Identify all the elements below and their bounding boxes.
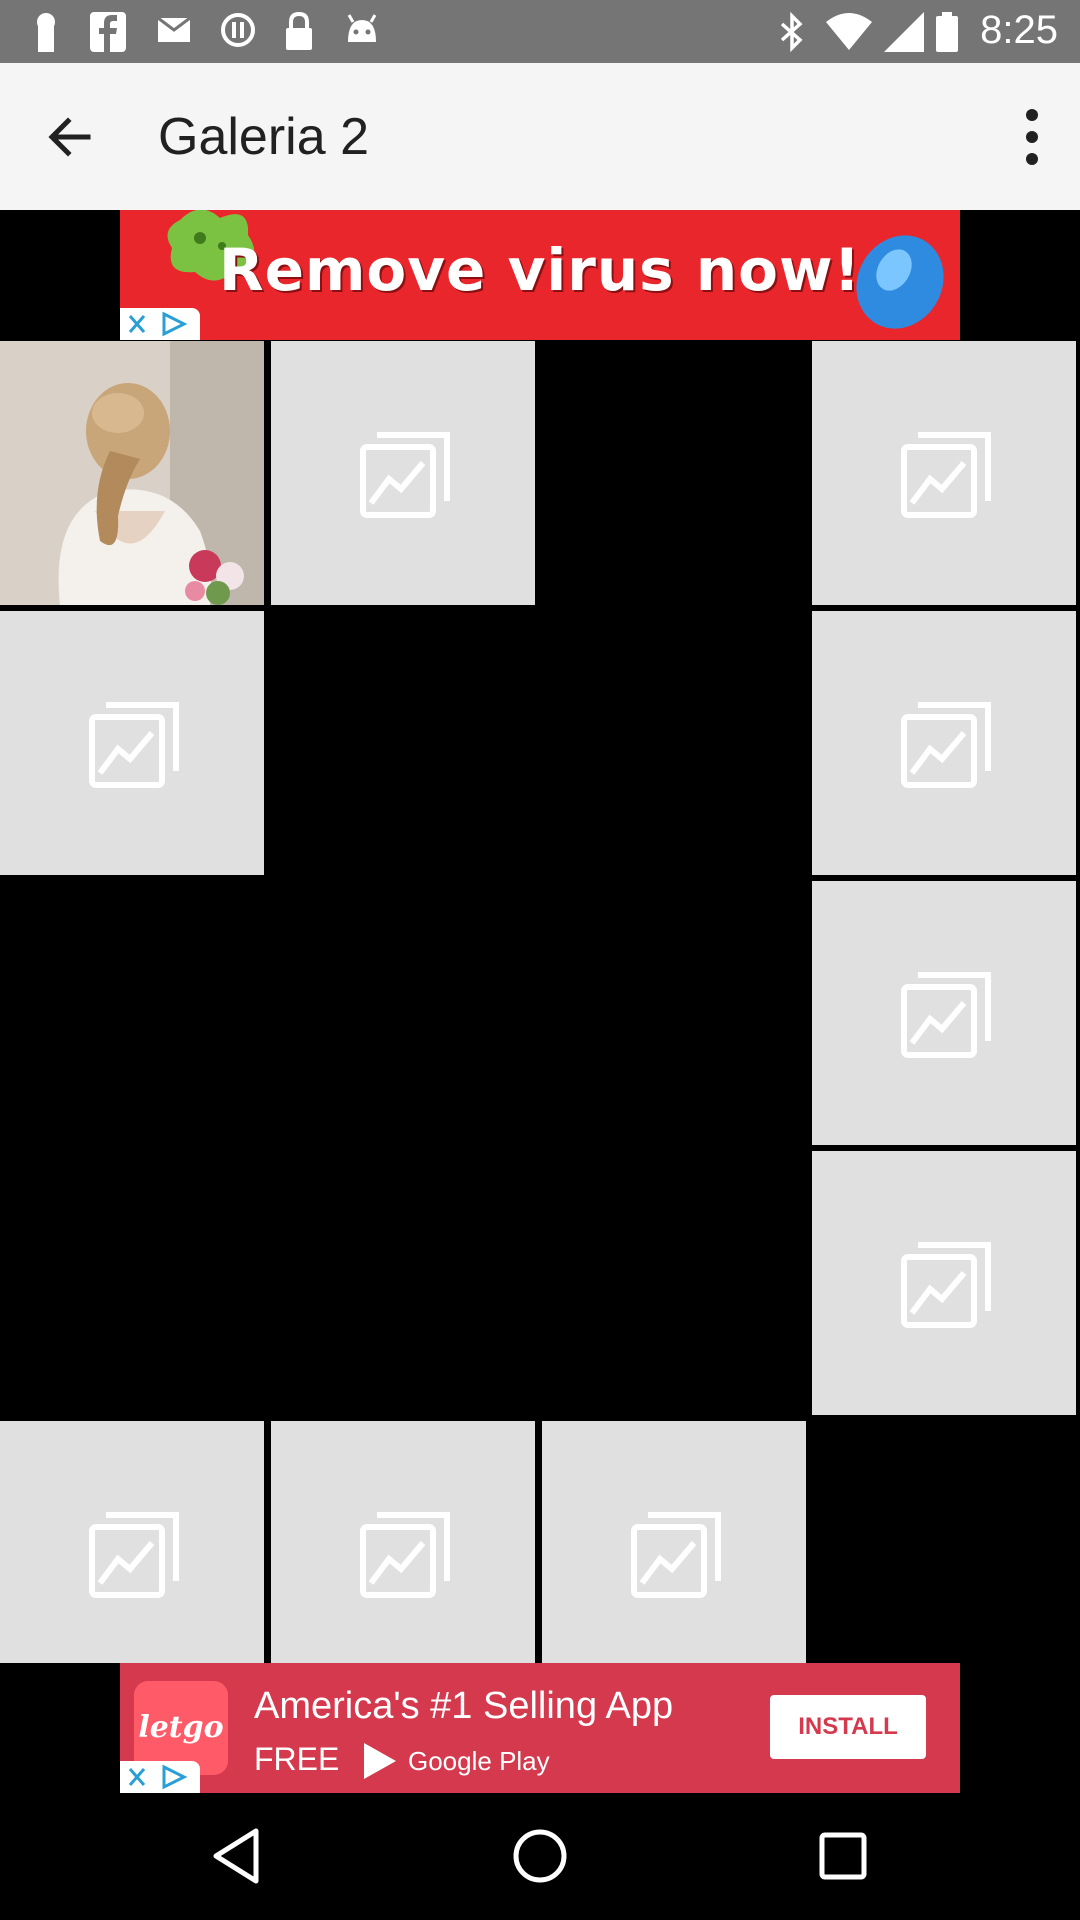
- google-play-label: Google Play: [408, 1745, 550, 1776]
- image-placeholder-icon: [901, 1242, 991, 1328]
- signal-icon: [884, 12, 924, 52]
- status-time: 8:25: [980, 8, 1058, 52]
- pause-icon: [221, 13, 255, 47]
- wifi-icon: [826, 13, 872, 50]
- lock-icon: [286, 12, 312, 50]
- mail-icon: [157, 16, 191, 42]
- back-triangle-icon[interactable]: [202, 1821, 272, 1891]
- ad-free-label: FREE: [254, 1741, 340, 1777]
- google-play-badge: Google Play: [360, 1741, 550, 1781]
- bluetooth-icon: [780, 12, 803, 52]
- google-play-icon: [364, 1743, 396, 1779]
- arrow-back-icon[interactable]: [38, 105, 102, 169]
- more-vert-icon[interactable]: [1008, 101, 1056, 173]
- gallery-placeholder-tile[interactable]: [812, 1151, 1076, 1415]
- ad-choices-bottom[interactable]: [120, 1761, 200, 1793]
- gallery-placeholder-tile[interactable]: [271, 341, 535, 605]
- ad-banner-bottom[interactable]: letgo America's #1 Selling App FREE Goog…: [120, 1663, 960, 1793]
- home-circle-icon[interactable]: [505, 1821, 575, 1891]
- image-placeholder-icon: [631, 1512, 721, 1598]
- ad-choices-top[interactable]: [120, 308, 200, 340]
- gallery-placeholder-tile[interactable]: [542, 1421, 806, 1663]
- image-placeholder-icon: [360, 432, 450, 518]
- image-placeholder-icon: [901, 702, 991, 788]
- ad-banner-top[interactable]: Remove virus now!: [120, 210, 960, 340]
- image-placeholder-icon: [89, 1512, 179, 1598]
- battery-icon: [936, 12, 958, 52]
- keyhole-icon: [37, 13, 55, 52]
- gallery-placeholder-tile[interactable]: [812, 341, 1076, 605]
- status-bar: 8:25: [0, 0, 1080, 63]
- image-placeholder-icon: [901, 972, 991, 1058]
- ad-headline: America's #1 Selling App: [254, 1685, 674, 1727]
- android-icon: [347, 14, 377, 42]
- gallery-placeholder-tile[interactable]: [271, 1421, 535, 1663]
- install-button[interactable]: INSTALL: [770, 1695, 926, 1759]
- gallery-photo-tile[interactable]: [0, 341, 264, 605]
- bride-photo: [0, 341, 264, 605]
- app-bar: Galeria 2: [0, 63, 1080, 210]
- ad-top-text: Remove virus now!: [218, 236, 862, 304]
- facebook-icon: [90, 12, 126, 52]
- image-placeholder-icon: [901, 432, 991, 518]
- image-placeholder-icon: [89, 702, 179, 788]
- recents-square-icon[interactable]: [808, 1821, 878, 1891]
- gallery-placeholder-tile[interactable]: [812, 881, 1076, 1145]
- image-placeholder-icon: [360, 1512, 450, 1598]
- gallery-placeholder-tile[interactable]: [0, 611, 264, 875]
- gallery-placeholder-tile[interactable]: [0, 1421, 264, 1663]
- page-title: Galeria 2: [158, 108, 369, 166]
- navigation-bar: [0, 1793, 1080, 1920]
- gallery-placeholder-tile[interactable]: [812, 611, 1076, 875]
